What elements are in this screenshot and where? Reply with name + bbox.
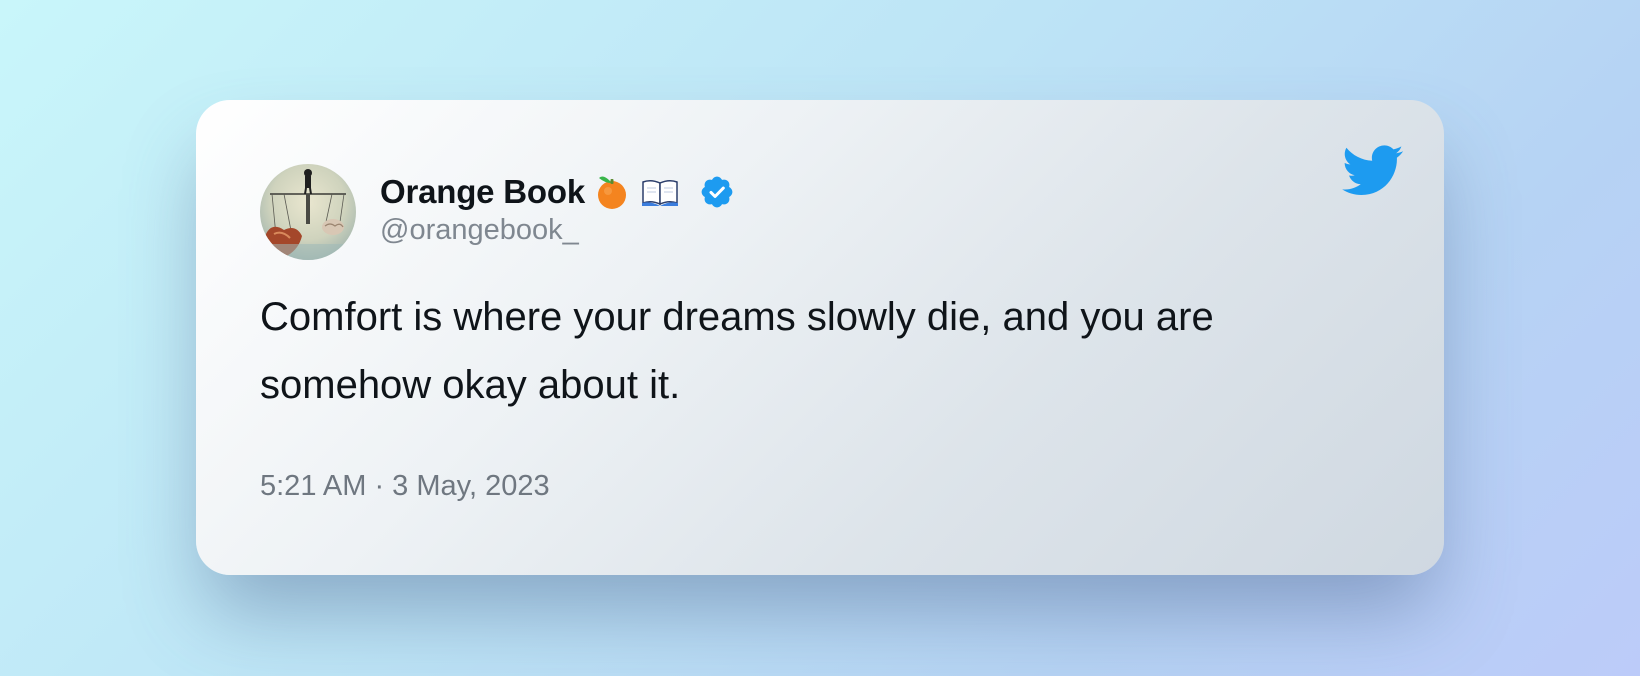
avatar[interactable] — [260, 164, 356, 260]
tweet-text: Comfort is where your dreams slowly die,… — [260, 295, 1214, 407]
open-book-emoji-icon — [641, 177, 679, 207]
twitter-bird-icon[interactable] — [1342, 144, 1404, 198]
author-handle[interactable]: @orangebook_ — [380, 214, 579, 247]
orange-emoji-icon — [597, 174, 629, 210]
verified-badge-icon — [699, 174, 735, 210]
tweet-card: Orange Book @orangebook_ Comfort is wher… — [196, 100, 1444, 575]
tweet-timestamp[interactable]: 5:21 AM · 3 May, 2023 — [260, 470, 550, 503]
author-name-row: Orange Book — [380, 172, 735, 212]
display-name[interactable]: Orange Book — [380, 173, 585, 211]
